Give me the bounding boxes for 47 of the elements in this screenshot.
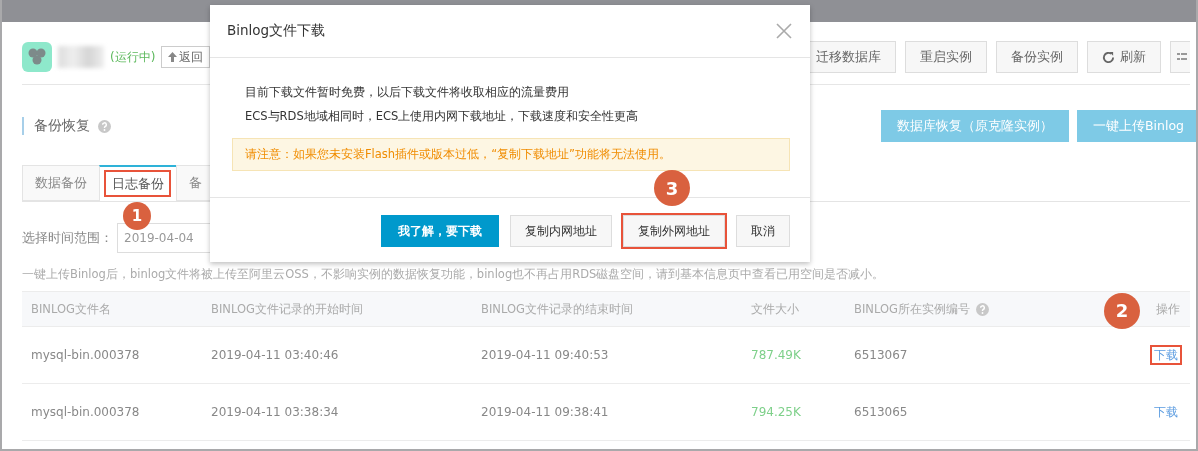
dialog-button[interactable]: 取消 <box>736 215 790 247</box>
table-cell-text: 6513067 <box>853 348 909 362</box>
dialog-button[interactable]: 复制内网地址 <box>510 215 612 247</box>
status-text: (运行中) <box>110 48 156 66</box>
column-header: 文件大小 <box>751 301 799 317</box>
help-icon[interactable] <box>975 302 989 316</box>
table-cell-text: 794.25K <box>750 405 802 419</box>
table-cell-text: 2019-04-11 03:40:46 <box>210 348 340 362</box>
column-header: BINLOG文件记录的开始时间 <box>211 301 363 317</box>
tab[interactable]: 日志备份 <box>99 165 176 202</box>
table-cell-text: mysql-bin.000378 <box>30 405 141 419</box>
close-icon[interactable] <box>776 23 792 39</box>
dialog-text: 目前下载文件暂时免费，以后下载文件将收取相应的流量费用 <box>245 84 570 101</box>
help-icon[interactable] <box>98 119 111 133</box>
column-header: BINLOG文件记录的结束时间 <box>481 301 633 317</box>
section-title: 备份恢复 <box>34 117 90 135</box>
toolbar-button[interactable]: 重启实例 <box>905 41 987 73</box>
column-header: BINLOG文件名 <box>31 301 111 317</box>
list-view-button[interactable] <box>1170 41 1190 73</box>
list-icon <box>1177 52 1187 62</box>
up-arrow-icon <box>168 52 178 62</box>
back-button[interactable]: 返回 <box>161 46 211 68</box>
download-link[interactable]: 下载 <box>1152 403 1180 420</box>
blurred-name <box>58 46 104 68</box>
download-link[interactable]: 下载 <box>1152 346 1180 363</box>
column-header: 操作 <box>1156 301 1180 317</box>
filter-label: 选择时间范围： <box>22 229 113 247</box>
dialog-button[interactable]: 复制外网地址 <box>623 215 725 247</box>
column-header: BINLOG所在实例编号 <box>854 301 970 317</box>
dialog-title: Binlog文件下载 <box>227 22 326 40</box>
table-cell-text: 787.49K <box>750 348 802 362</box>
table-cell-text: mysql-bin.000378 <box>30 348 141 362</box>
table-cell-text: 2019-04-11 09:40:53 <box>480 348 610 362</box>
refresh-button[interactable]: 刷新 <box>1087 41 1161 73</box>
toolbar-button[interactable]: 备份实例 <box>996 41 1078 73</box>
table-cell-text: 2019-04-11 09:38:41 <box>480 405 610 419</box>
refresh-icon <box>1102 50 1115 64</box>
table-cell-text: 2019-04-11 03:38:34 <box>210 405 340 419</box>
table-cell-text: 6513065 <box>853 405 909 419</box>
warning-text: 请注意：如果您未安装Flash插件或版本过低，“复制下载地址”功能将无法使用。 <box>245 147 672 161</box>
step-badge: 1 <box>123 202 151 230</box>
step-badge: 3 <box>654 170 690 206</box>
dialog-text: ECS与RDS地域相同时，ECS上使用内网下载地址，下载速度和安全性更高 <box>245 108 640 125</box>
database-logo-icon <box>22 42 52 72</box>
notice-text: 一键上传Binlog后，binlog文件将被上传至阿里云OSS，不影响实例的数据恢复功能，binlog也不再占用RDS磁盘空间，请到基本信息页中查看已用空间是否减小。 <box>22 267 886 282</box>
dialog-button[interactable]: 我了解，要下载 <box>381 215 499 247</box>
tab[interactable]: 数据备份 <box>22 165 99 201</box>
